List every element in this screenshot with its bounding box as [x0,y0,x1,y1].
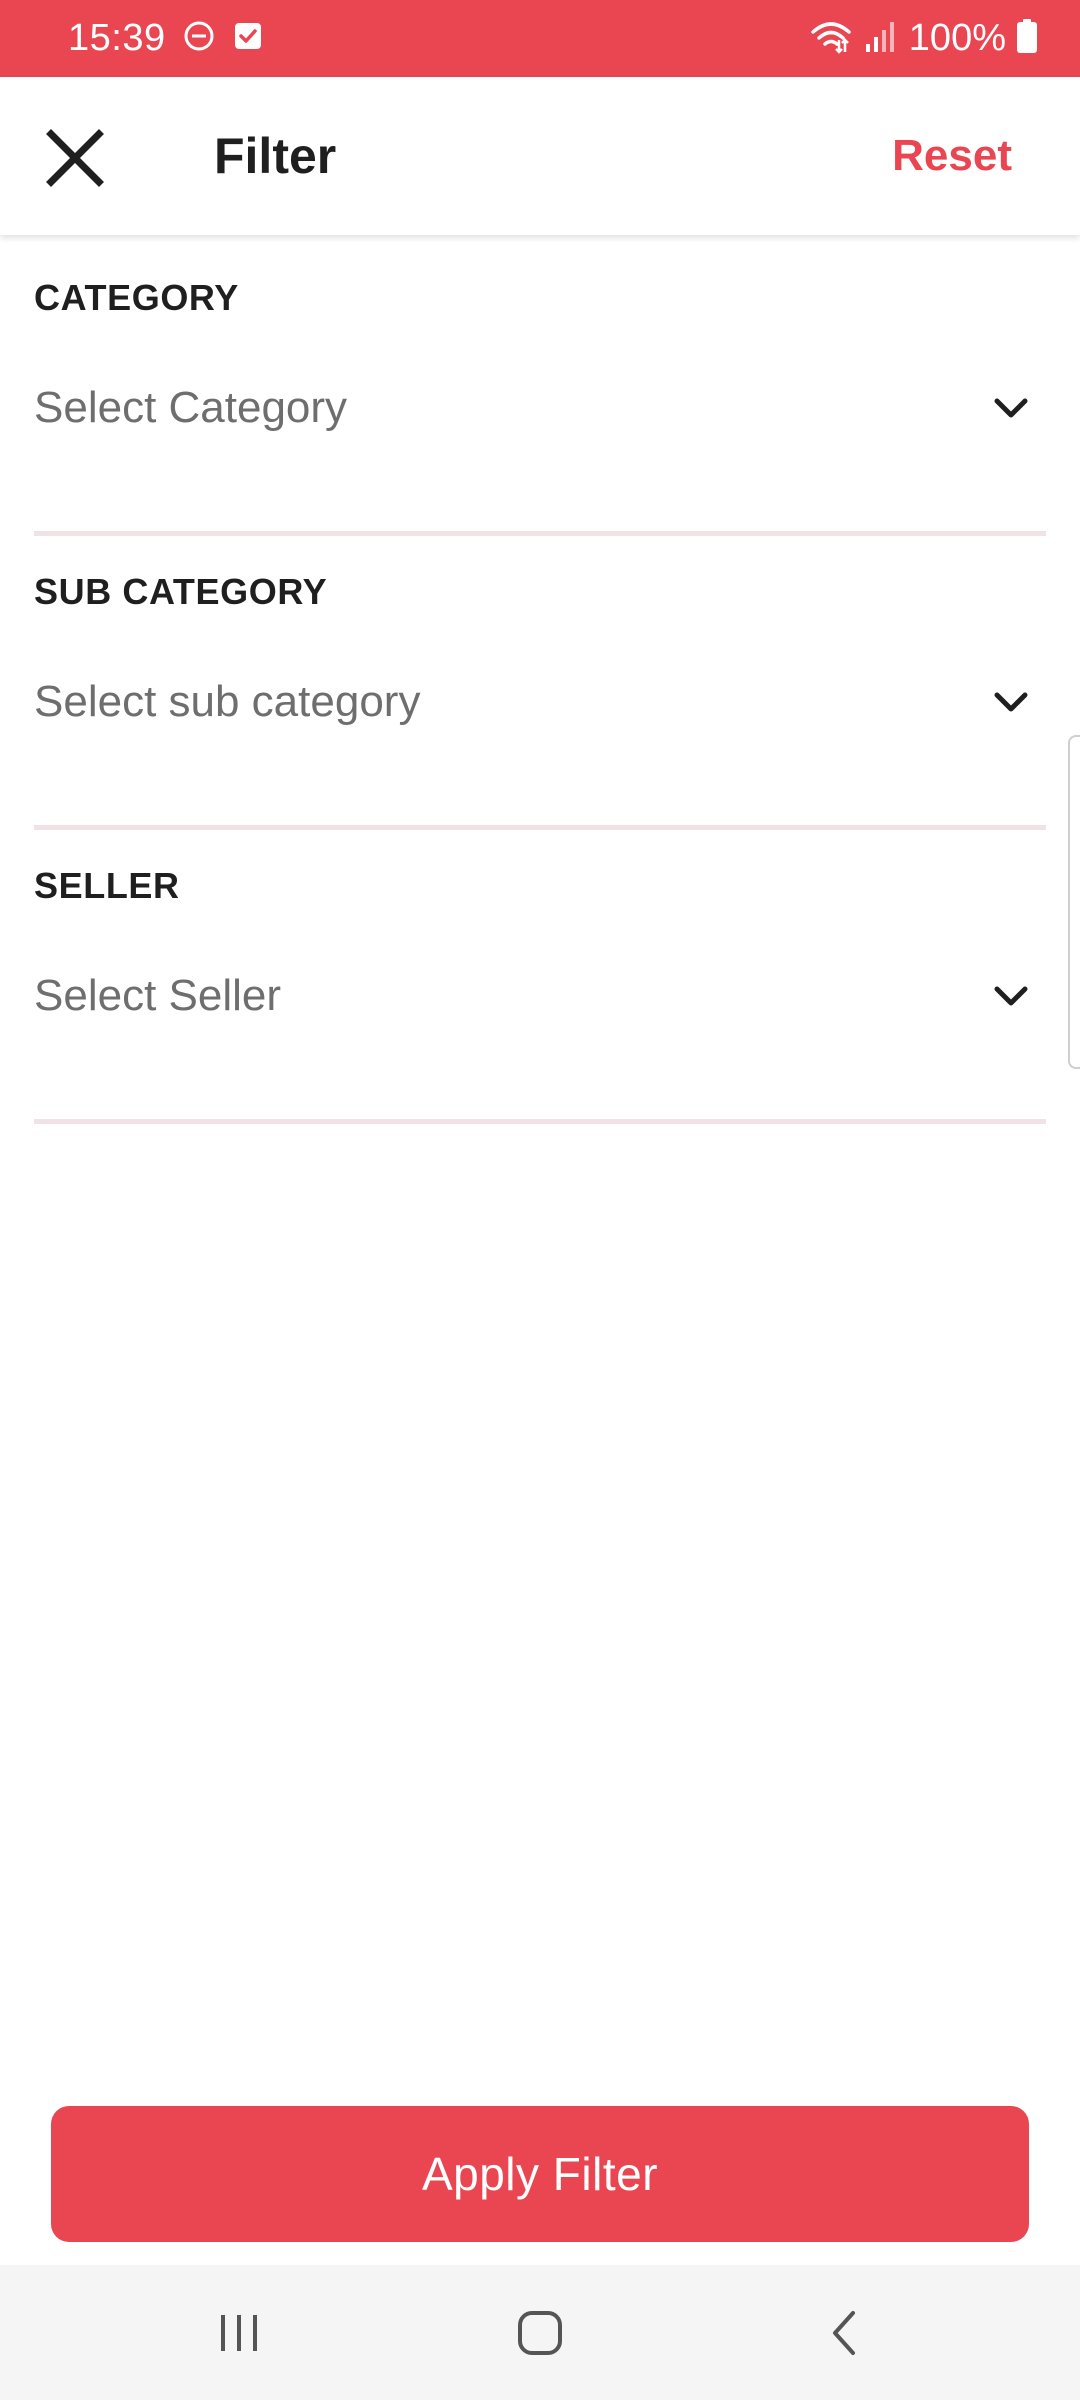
app-bar: Filter Reset [0,77,1080,235]
status-time: 15:39 [68,17,166,59]
divider [34,531,1046,536]
battery-icon [1016,18,1038,59]
status-right: 100% [809,0,1038,77]
category-label: CATEGORY [34,277,239,318]
divider [34,1119,1046,1124]
recent-apps-button[interactable] [179,2265,299,2400]
seller-dropdown[interactable]: Select Seller [34,949,1046,1043]
category-placeholder: Select Category [34,383,348,432]
wifi-icon [809,18,853,59]
category-dropdown[interactable]: Select Category [34,361,1046,455]
page-title: Filter [214,128,337,184]
chevron-down-icon [986,971,1036,1021]
chevron-down-icon [986,383,1036,433]
close-icon [46,129,104,187]
recent-apps-icon [221,2314,257,2351]
navigation-bar [0,2265,1080,2400]
sub-category-dropdown[interactable]: Select sub category [34,655,1046,749]
apply-filter-button[interactable]: Apply Filter [51,2106,1029,2242]
signal-icon [863,18,899,59]
filter-screen: 15:39 100% Filter Reset CATEGORY Select … [0,0,1080,2400]
status-bar: 15:39 100% [0,0,1080,77]
sub-category-placeholder: Select sub category [34,677,421,726]
seller-label: SELLER [34,865,180,906]
do-not-disturb-icon [182,19,216,58]
status-left: 15:39 [68,0,264,77]
scroll-indicator[interactable] [1068,735,1080,1069]
checkbox-notification-icon [232,20,264,57]
seller-placeholder: Select Seller [34,971,282,1020]
divider [34,825,1046,830]
home-icon [518,2310,562,2355]
back-button[interactable] [785,2265,905,2400]
back-icon [833,2310,855,2355]
home-button[interactable] [480,2265,600,2400]
chevron-down-icon [986,677,1036,727]
reset-button[interactable]: Reset [892,77,1012,235]
close-button[interactable] [40,123,110,193]
sub-category-label: SUB CATEGORY [34,571,328,612]
battery-percentage: 100% [908,17,1006,59]
